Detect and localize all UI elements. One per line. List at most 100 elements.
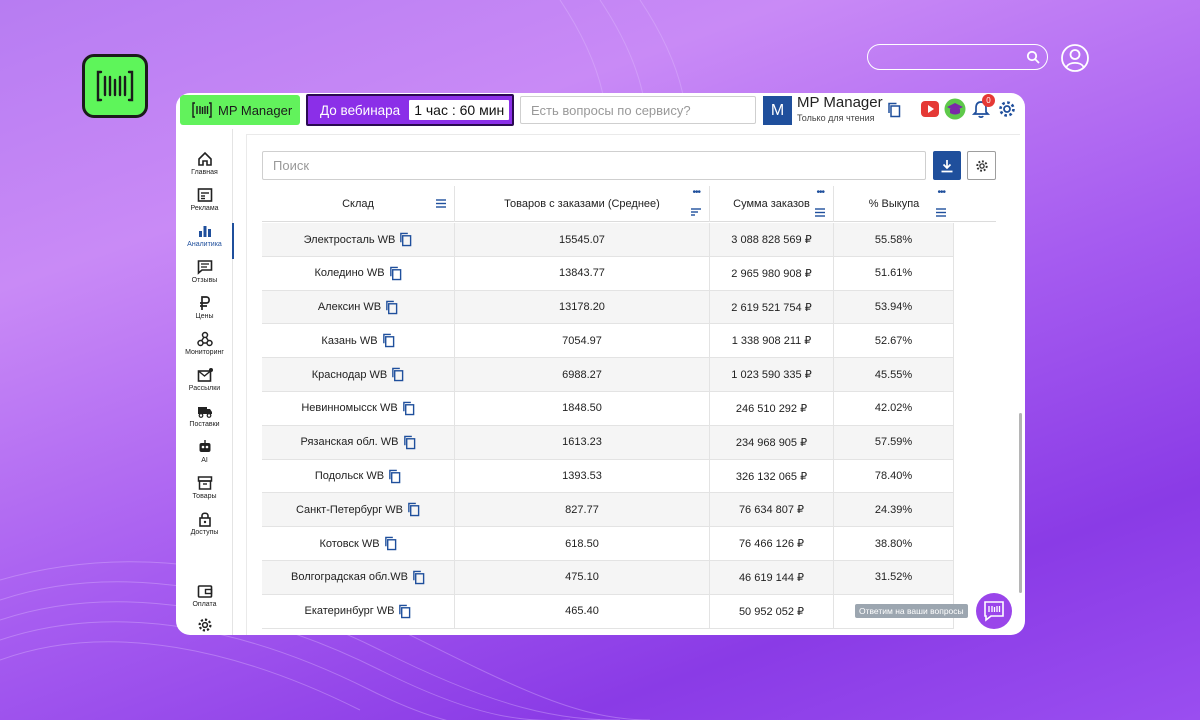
top-search-bar[interactable] [867,44,1048,70]
copy-icon[interactable] [402,401,415,416]
table-row[interactable]: Рязанская обл. WB 1613.23 234 968 905 ₽ … [262,425,954,460]
user-profile-icon[interactable] [1060,43,1090,73]
table-row[interactable]: Подольск WB 1393.53 326 132 065 ₽ 78.40% [262,459,954,494]
sidebar-item-reviews[interactable]: Отзывы [176,259,233,295]
copy-icon[interactable] [398,604,411,619]
sidebar-item-ai[interactable]: AI [176,439,233,475]
search-icon[interactable] [1026,50,1040,64]
copy-icon[interactable] [403,435,416,450]
graduation-cap-icon[interactable] [944,98,966,120]
sidebar-item-mailings[interactable]: Рассылки [176,367,233,403]
cell-products-avg: 618.50 [455,527,710,561]
help-chat-button[interactable] [976,593,1012,629]
sidebar-item-label: Реклама [190,205,219,212]
sidebar-item-monitoring[interactable]: Мониторинг [176,331,233,367]
column-menu-icon[interactable] [815,208,825,217]
sidebar: Главная Реклама Аналитика Отзывы Цены Мо… [176,129,234,635]
brand-badge[interactable]: MP Manager [180,95,300,125]
sidebar-item-label: Главная [191,169,218,176]
table-settings-button[interactable] [967,151,996,180]
copy-icon[interactable] [382,333,395,348]
sidebar-item-settings[interactable] [176,617,233,635]
sidebar-item-ads[interactable]: Реклама [176,187,233,223]
column-title: % Выкупа [868,198,920,210]
copy-icon[interactable] [385,300,398,315]
webinar-label: До вебинара [320,102,401,118]
copy-icon[interactable] [384,536,397,551]
copy-icon[interactable] [389,266,402,281]
sidebar-item-home[interactable]: Главная [176,151,233,187]
table-row[interactable]: Казань WB 7054.97 1 338 908 211 ₽ 52.67% [262,324,954,359]
webinar-countdown[interactable]: До вебинара 1 час : 60 мин [306,94,514,126]
column-title: Сумма заказов [733,198,810,210]
table-row[interactable]: Волгоградская обл.WB 475.10 46 619 144 ₽… [262,560,954,595]
table-row[interactable]: Котовск WB 618.50 76 466 126 ₽ 38.80% [262,527,954,561]
column-options-icon[interactable]: ••• [816,188,824,198]
column-header-order-sum[interactable]: Сумма заказов ••• [710,186,834,222]
warehouse-name: Котовск WB [319,537,380,550]
truck-icon [197,407,212,418]
home-icon [197,151,212,166]
warehouse-name: Невинномысск WB [301,402,398,415]
sidebar-item-analytics[interactable]: Аналитика [176,223,234,259]
barcode-icon [192,102,212,118]
column-header-products-with-orders[interactable]: Товаров с заказами (Среднее) ••• [455,186,710,222]
table-row[interactable]: Электросталь WB 15545.07 3 088 828 569 ₽… [262,223,954,257]
avatar[interactable]: M [763,96,792,125]
copy-icon[interactable] [412,570,425,585]
settings-gear-icon[interactable] [997,99,1017,119]
column-header-buyout[interactable]: % Выкупа ••• [834,186,954,222]
table-body: Электросталь WB 15545.07 3 088 828 569 ₽… [262,223,954,629]
copy-icon[interactable] [388,469,401,484]
column-menu-icon[interactable] [936,208,946,217]
sidebar-item-products[interactable]: Товары [176,475,233,511]
column-options-icon[interactable]: ••• [937,188,945,198]
table-row[interactable]: Екатеринбург WB 465.40 50 952 052 ₽ [262,594,954,629]
warehouse-name: Екатеринбург WB [304,605,395,618]
sidebar-item-payment[interactable]: Оплата [176,583,233,619]
cell-order-sum: 1 023 590 335 ₽ [710,358,834,392]
table-row[interactable]: Невинномысск WB 1848.50 246 510 292 ₽ 42… [262,391,954,426]
table-row[interactable]: Алексин WB 13178.20 2 619 521 754 ₽ 53.9… [262,290,954,325]
sidebar-item-supplies[interactable]: Поставки [176,403,233,439]
cell-warehouse: Волгоградская обл.WB [262,560,455,594]
cell-warehouse: Коледино WB [262,256,455,290]
column-header-warehouse[interactable]: Склад [262,186,455,222]
gear-icon [975,159,988,172]
vertical-scrollbar[interactable] [1019,413,1022,593]
copy-icon[interactable] [887,102,901,118]
cell-buyout: 42.02% [834,391,954,425]
brand-name: MP Manager [218,102,293,118]
copy-icon[interactable] [407,502,420,517]
cell-warehouse: Казань WB [262,324,455,358]
table-row[interactable]: Санкт-Петербург WB 827.77 76 634 807 ₽ 2… [262,493,954,528]
column-options-icon[interactable]: ••• [692,188,700,198]
warehouse-name: Волгоградская обл.WB [291,571,408,584]
ruble-icon [199,296,210,310]
cell-order-sum: 76 466 126 ₽ [710,527,834,561]
sidebar-item-access[interactable]: Доступы [176,511,233,547]
cell-warehouse: Алексин WB [262,290,455,324]
sidebar-item-label: Доступы [190,529,219,536]
warehouse-name: Алексин WB [317,301,382,314]
video-icon[interactable] [920,99,940,119]
download-button[interactable] [933,151,961,180]
copy-icon[interactable] [399,232,412,247]
copy-icon[interactable] [391,367,404,382]
sort-icon[interactable] [691,208,701,216]
cell-order-sum: 2 965 980 908 ₽ [710,256,834,290]
cell-buyout: 55.58% [834,223,954,256]
column-menu-icon[interactable] [436,199,446,208]
sidebar-item-label: Аналитика [187,241,222,248]
barcode-logo-icon [96,70,134,102]
sidebar-item-prices[interactable]: Цены [176,295,233,331]
ask-question-input[interactable]: Есть вопросы по сервису? [520,96,756,124]
cell-buyout: 78.40% [834,459,954,493]
webinar-timer: 1 час : 60 мин [409,100,510,120]
table-row[interactable]: Краснодар WB 6988.27 1 023 590 335 ₽ 45.… [262,358,954,392]
table-row[interactable]: Коледино WB 13843.77 2 965 980 908 ₽ 51.… [262,256,954,291]
search-input[interactable]: Поиск [262,151,926,180]
cell-buyout: 51.61% [834,256,954,290]
cell-buyout: 24.39% [834,493,954,527]
cell-warehouse: Екатеринбург WB [262,594,455,628]
